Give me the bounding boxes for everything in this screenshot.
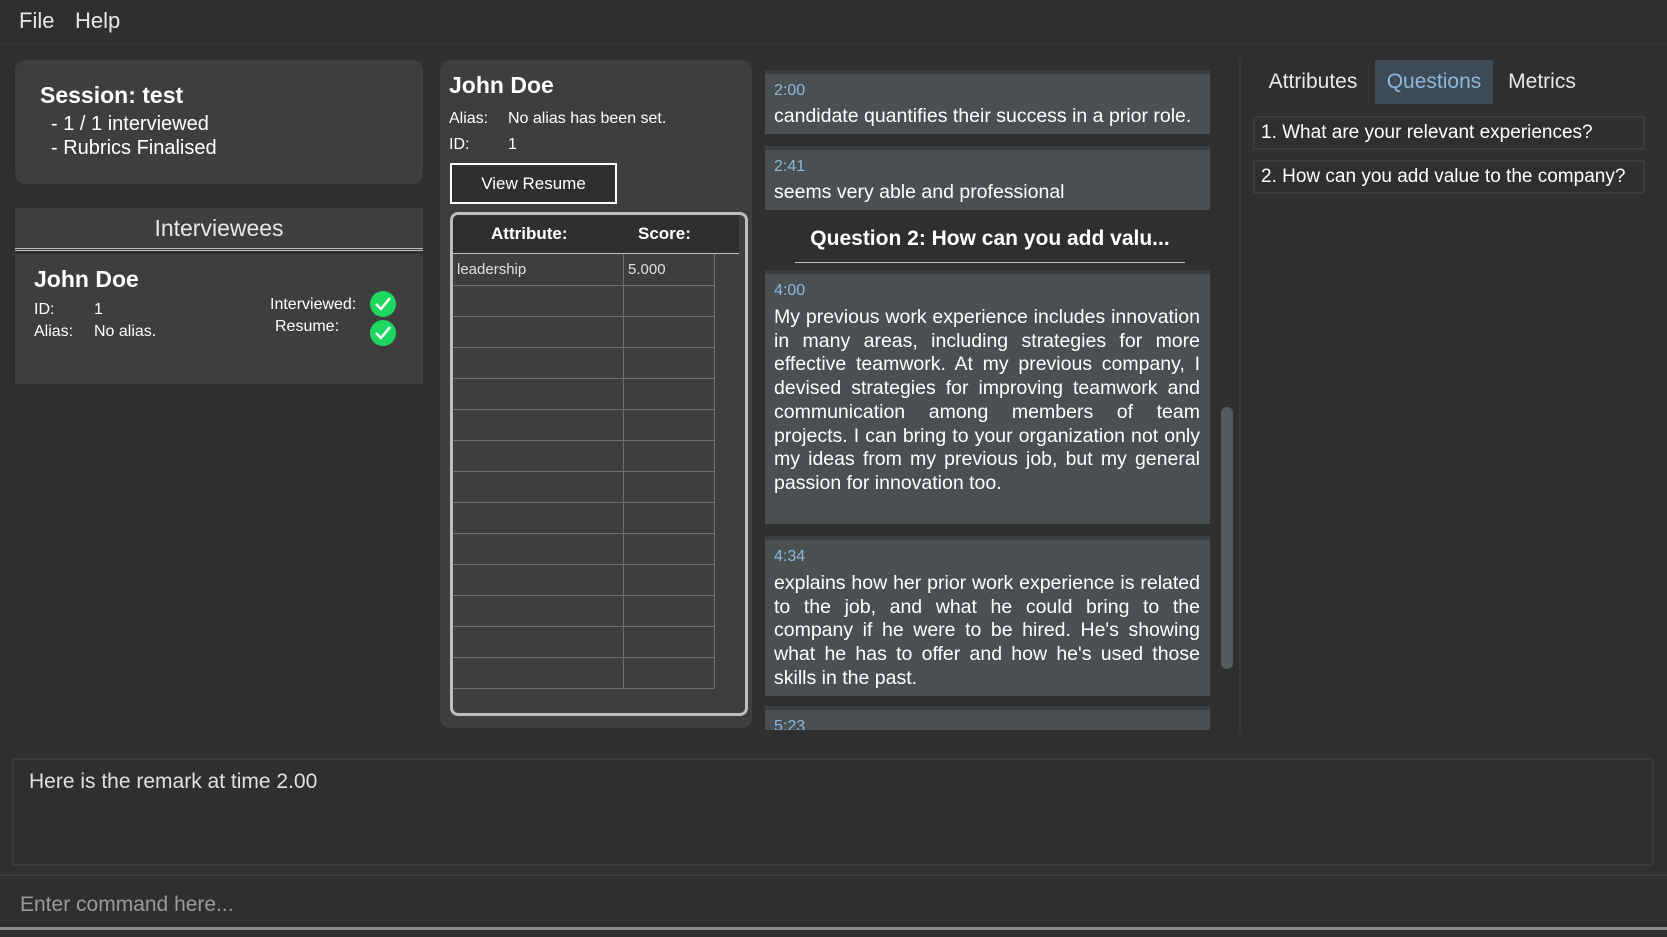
table-row: [453, 285, 715, 317]
score-table: Attribute: Score: leadership 5.000: [450, 212, 748, 716]
resume-label: Resume:: [275, 318, 340, 335]
menu-bar: File Help: [0, 0, 1667, 44]
interviewed-check-icon: [370, 291, 396, 317]
table-row: [453, 564, 715, 596]
command-bar: [0, 874, 1667, 930]
interviewee-alias-label: Alias:: [34, 323, 74, 340]
tab-metrics[interactable]: Metrics: [1495, 60, 1589, 104]
interviewed-label: Interviewed:: [270, 296, 357, 313]
detail-id-label: ID:: [449, 136, 470, 153]
remarks-scrollbar[interactable]: [1221, 407, 1233, 669]
remark-time: 5:23: [774, 718, 806, 730]
remark-text: seems very able and professional: [774, 181, 1065, 203]
score-cell: 5.000: [628, 261, 666, 278]
session-rubrics-status: - Rubrics Finalised: [51, 137, 217, 159]
tab-attributes[interactable]: Attributes: [1253, 60, 1373, 104]
resume-check-icon: [370, 320, 396, 346]
remark-card[interactable]: 4:34 explains how her prior work experie…: [765, 536, 1210, 696]
session-title: Session: test: [40, 82, 184, 108]
remark-time: 2:41: [774, 158, 806, 175]
score-column-header: Score:: [638, 224, 691, 243]
remarks-panel: 2:00 candidate quantifies their success …: [765, 60, 1225, 730]
detail-alias-label: Alias:: [449, 110, 489, 127]
remark-card[interactable]: 2:41 seems very able and professional: [765, 146, 1210, 210]
table-row: [453, 440, 715, 472]
panel-divider: [1239, 60, 1241, 732]
menu-help[interactable]: Help: [75, 8, 120, 34]
remark-card[interactable]: 4:00 My previous work experience include…: [765, 270, 1210, 524]
interviewees-panel: Interviewees John Doe ID: 1 Alias: No al…: [15, 208, 423, 730]
table-row: [453, 378, 715, 410]
view-resume-button[interactable]: View Resume: [450, 163, 617, 204]
detail-alias: No alias has been set.: [508, 110, 667, 127]
score-table-header: Attribute: Score:: [453, 215, 739, 254]
question-heading: Question 2: How can you add valu...: [795, 220, 1185, 263]
interviewee-id-label: ID:: [34, 301, 55, 318]
table-row: [453, 347, 715, 379]
session-card: Session: test - 1 / 1 interviewed - Rubr…: [15, 60, 423, 184]
remark-text: candidate quantifies their success in a …: [774, 105, 1192, 127]
table-row: [453, 502, 715, 534]
remark-text: My previous work experience includes inn…: [774, 306, 1200, 494]
remark-card[interactable]: 2:00 candidate quantifies their success …: [765, 70, 1210, 134]
remark-time: 4:00: [774, 282, 806, 299]
interviewee-detail-card: John Doe Alias: No alias has been set. I…: [440, 60, 752, 728]
interviewee-id: 1: [94, 301, 103, 318]
result-text: Here is the remark at time 2.00: [29, 770, 318, 793]
command-input[interactable]: [18, 884, 1642, 926]
table-row[interactable]: leadership 5.000: [453, 254, 715, 286]
session-interviewed-count: - 1 / 1 interviewed: [51, 113, 209, 135]
remark-time: 2:00: [774, 82, 806, 99]
table-row: [453, 409, 715, 441]
remark-text: explains how her prior work experience i…: [774, 572, 1200, 689]
attribute-column-header: Attribute:: [491, 224, 568, 243]
table-row: [453, 595, 715, 627]
detail-name: John Doe: [449, 72, 554, 98]
interviewees-header: Interviewees: [15, 208, 423, 251]
question-item[interactable]: 1. What are your relevant experiences?: [1253, 116, 1645, 150]
table-row: [453, 471, 715, 503]
menu-file[interactable]: File: [19, 8, 54, 34]
interviewee-alias: No alias.: [94, 323, 157, 340]
question-item[interactable]: 2. How can you add value to the company?: [1253, 160, 1645, 194]
remark-time: 4:34: [774, 548, 806, 565]
table-row: [453, 316, 715, 348]
interviewee-name: John Doe: [34, 266, 139, 292]
table-row: [453, 533, 715, 565]
attribute-cell: leadership: [457, 261, 527, 278]
detail-id: 1: [508, 136, 517, 153]
result-display: Here is the remark at time 2.00: [12, 758, 1654, 866]
table-row: [453, 657, 715, 689]
tab-questions[interactable]: Questions: [1375, 60, 1493, 104]
table-row: [453, 626, 715, 658]
remark-card[interactable]: 5:23: [765, 706, 1210, 730]
interviewee-card[interactable]: John Doe ID: 1 Alias: No alias. Intervie…: [15, 254, 423, 384]
